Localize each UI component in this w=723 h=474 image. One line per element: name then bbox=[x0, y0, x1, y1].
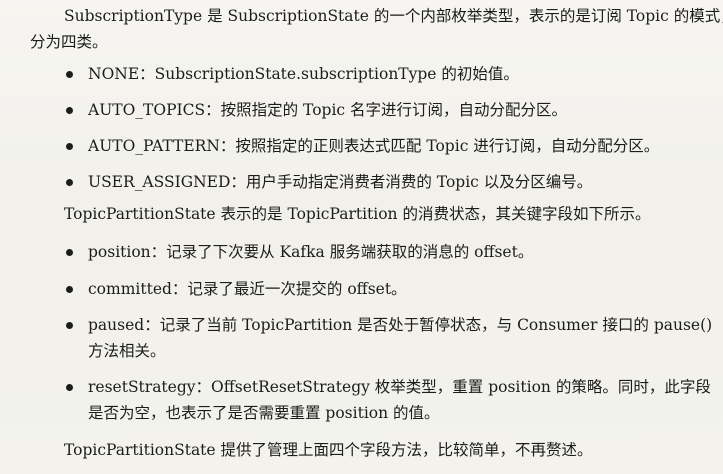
intro-line-1: SubscriptionType 是 SubscriptionState 的一个… bbox=[64, 7, 723, 25]
list-item-text: position：记录了下次要从 Kafka 服务端获取的消息的 offset。 bbox=[88, 243, 534, 261]
conclusion: TopicPartitionState 提供了管理上面四个字段方法，比较简单，不… bbox=[64, 441, 593, 459]
bullet-icon bbox=[66, 143, 73, 150]
list-item-text: AUTO_PATTERN：按照指定的正则表达式匹配 Topic 进行订阅，自动分… bbox=[88, 137, 660, 155]
intro-line-2: 分为四类。 bbox=[30, 33, 108, 51]
bullet-icon bbox=[66, 249, 73, 256]
list-item-text: paused：记录了当前 TopicPartition 是否处于暂停状态，与 C… bbox=[88, 316, 713, 334]
bullet-icon bbox=[66, 322, 73, 329]
bullet-icon bbox=[66, 107, 73, 114]
list-item-text: committed：记录了最近一次提交的 offset。 bbox=[88, 280, 407, 298]
document-page: SubscriptionType 是 SubscriptionState 的一个… bbox=[0, 0, 723, 474]
bullet-icon bbox=[66, 71, 73, 78]
bullet-icon bbox=[66, 384, 73, 391]
list-item-text: NONE：SubscriptionState.subscriptionType … bbox=[88, 65, 519, 83]
list-item-text: AUTO_TOPICS：按照指定的 Topic 名字进行订阅，自动分配分区。 bbox=[88, 101, 568, 119]
list-item-text: resetStrategy：OffsetResetStrategy 枚举类型，重… bbox=[88, 378, 711, 396]
list-item-text-continued: 是否为空，也表示了是否需要重置 position 的值。 bbox=[88, 404, 440, 422]
bullet-icon bbox=[66, 179, 73, 186]
bullet-icon bbox=[66, 286, 73, 293]
partition-state-intro: TopicPartitionState 表示的是 TopicPartition … bbox=[64, 205, 651, 223]
list-item-text: USER_ASSIGNED：用户手动指定消费者消费的 Topic 以及分区编号。 bbox=[88, 173, 593, 191]
list-item-text-continued: 方法相关。 bbox=[88, 342, 166, 360]
